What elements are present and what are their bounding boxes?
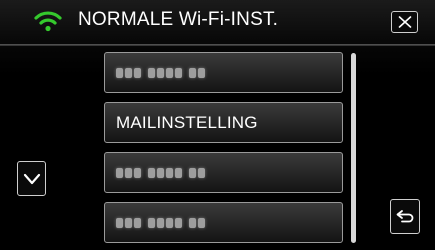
back-button[interactable] <box>390 199 420 234</box>
scrollbar[interactable] <box>351 53 356 243</box>
header-divider <box>0 44 435 46</box>
menu-item-masked-3[interactable] <box>104 202 343 243</box>
close-button[interactable] <box>391 11 418 33</box>
masked-text <box>116 167 212 178</box>
return-icon <box>396 209 414 222</box>
menu-item-masked-2[interactable] <box>104 152 343 193</box>
chevron-down-icon <box>23 173 40 184</box>
masked-text <box>116 217 212 228</box>
header-bar: NORMALE Wi-Fi-INST. <box>0 0 435 44</box>
menu-item-label: MAILINSTELLING <box>116 112 258 132</box>
scroll-down-button[interactable] <box>17 161 46 196</box>
menu-item-mailinstelling[interactable]: MAILINSTELLING <box>104 102 343 143</box>
wifi-icon <box>34 11 62 32</box>
wifi-settings-screen: NORMALE Wi-Fi-INST. MAILINSTELLING <box>0 0 435 250</box>
masked-text <box>116 67 212 78</box>
menu-item-masked-1[interactable] <box>104 52 343 93</box>
page-title: NORMALE Wi-Fi-INST. <box>78 9 279 30</box>
close-icon <box>398 16 411 28</box>
